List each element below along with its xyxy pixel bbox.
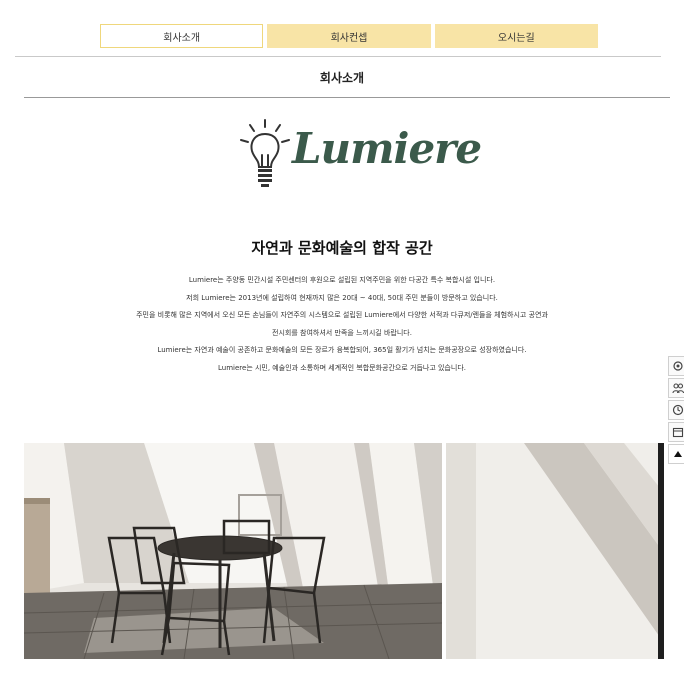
arrow-up-icon xyxy=(673,451,682,457)
side-toolbar xyxy=(668,356,684,466)
tab-directions[interactable]: 오시는길 xyxy=(434,24,598,48)
intro-line: 전시회를 참여하셔서 만족을 느끼시길 바랍니다. xyxy=(272,328,412,337)
scroll-top-button[interactable] xyxy=(668,444,684,464)
lightbulb-icon xyxy=(240,119,290,187)
settings-icon xyxy=(672,361,683,371)
intro-line: 저희 Lumiere는 2013년에 설립하여 현재까지 많은 20대 ~ 40… xyxy=(186,293,498,302)
divider-top xyxy=(15,56,661,57)
divider-title xyxy=(24,97,670,98)
brand-logo: Lumiere xyxy=(238,118,482,192)
clock-button[interactable] xyxy=(668,400,684,420)
intro-line: Lumiere는 시민, 예술인과 소통하며 세계적인 복합문화공간으로 거듭나… xyxy=(218,363,466,372)
page-title: 회사소개 xyxy=(319,71,365,85)
people-icon xyxy=(671,383,684,394)
intro-line: Lumiere는 주양동 민간시설 주민센터의 후원으로 설립된 지역주민을 위… xyxy=(188,276,496,284)
logo-wordmark: Lumiere xyxy=(292,124,482,173)
tab-company-concept[interactable]: 회사컨셉 xyxy=(267,24,431,48)
calendar-button[interactable] xyxy=(668,422,684,442)
intro-line: 주민을 비롯해 많은 지역에서 오신 모든 손님들이 자연주의 시스템으로 설립… xyxy=(136,311,548,319)
cafe-terrace-photo xyxy=(24,443,664,659)
calendar-icon xyxy=(672,427,683,438)
settings-button[interactable] xyxy=(668,356,684,376)
tab-company-intro[interactable]: 회사소개 xyxy=(100,24,264,48)
clock-icon xyxy=(672,404,683,416)
intro-text: Lumiere는 주양동 민간시설 주민센터의 후원으로 설립된 지역주민을 위… xyxy=(100,272,584,377)
intro-headline: 자연과 문화예술의 합작 공간 xyxy=(251,239,433,257)
section-tabs: 회사소개 회사컨셉 오시는길 xyxy=(100,24,598,48)
people-button[interactable] xyxy=(668,378,684,398)
intro-line: Lumiere는 자연과 예술이 공존하고 문화예술의 모든 장르가 융복합되어… xyxy=(157,346,527,354)
